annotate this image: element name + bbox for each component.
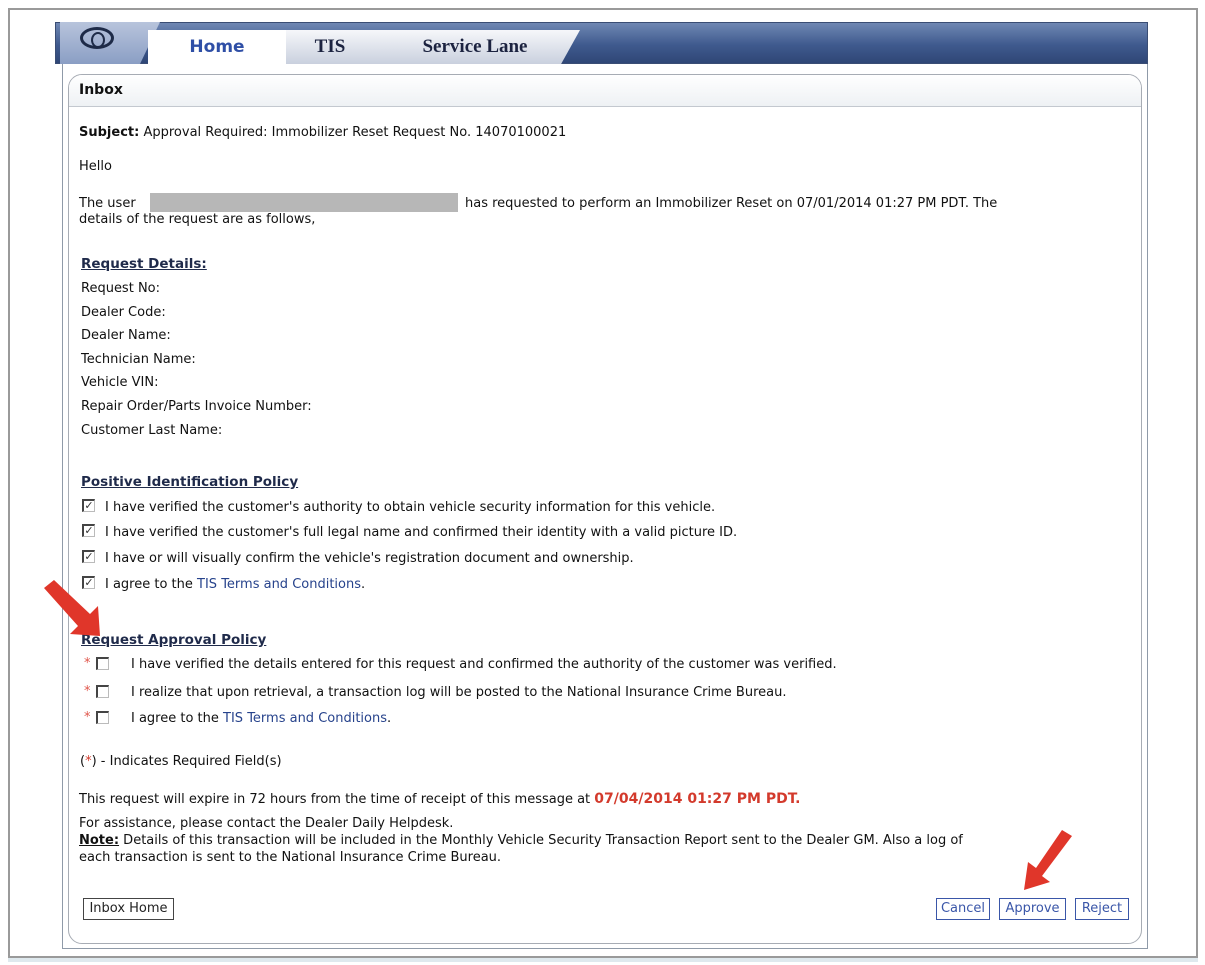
note-line-1: Note: Details of this transaction will b…	[79, 832, 963, 849]
field-request-no: Request No:	[81, 281, 160, 296]
tab-label: Home	[189, 37, 245, 57]
agree-suffix: .	[387, 711, 392, 726]
positive-id-item-3: I have or will visually confirm the vehi…	[105, 551, 634, 566]
field-repair-order: Repair Order/Parts Invoice Number:	[81, 399, 312, 414]
cancel-button[interactable]: Cancel	[936, 898, 990, 920]
approval-policy-title: Request Approval Policy	[81, 632, 267, 648]
field-dealer-code: Dealer Code:	[81, 305, 166, 320]
inbox-home-button[interactable]: Inbox Home	[83, 898, 174, 920]
expiry-text: This request will expire in 72 hours fro…	[79, 792, 595, 807]
agree-prefix: I agree to the	[105, 577, 198, 592]
positive-id-policy-title: Positive Identification Policy	[81, 474, 299, 490]
body-text-user: The user	[79, 196, 136, 211]
reject-button[interactable]: Reject	[1075, 898, 1129, 920]
tab-home[interactable]: Home	[148, 30, 286, 64]
positive-id-checkbox-2[interactable]: ✓	[82, 524, 95, 537]
approval-item-2: I realize that upon retrieval, a transac…	[131, 685, 787, 700]
redacted-username	[150, 193, 458, 212]
expiry-datetime: 07/04/2014 01:27 PM PDT.	[594, 791, 801, 807]
tab-service-lane[interactable]: Service Lane	[370, 30, 580, 64]
tis-terms-link[interactable]: TIS Terms and Conditions	[223, 711, 387, 726]
subject-value: Approval Required: Immobilizer Reset Req…	[143, 125, 567, 140]
tab-label: TIS	[314, 36, 346, 57]
inbox-header	[69, 75, 1141, 107]
greeting: Hello	[79, 159, 112, 174]
assistance-text: For assistance, please contact the Deale…	[79, 816, 454, 831]
approval-checkbox-3[interactable]	[96, 711, 109, 724]
positive-id-item-4: I agree to the TIS Terms and Conditions.	[105, 576, 365, 593]
required-mark: *	[84, 710, 91, 725]
tis-terms-link[interactable]: TIS Terms and Conditions	[197, 577, 361, 592]
approval-item-1: I have verified the details entered for …	[131, 657, 837, 672]
subject-line: Subject: Approval Required: Immobilizer …	[79, 124, 566, 141]
annotation-arrow-icon	[1024, 830, 1072, 890]
bottom-border	[8, 958, 1198, 962]
note-line-2: each transaction is sent to the National…	[79, 850, 502, 865]
field-dealer-name: Dealer Name:	[81, 328, 171, 343]
note-text-1: Details of this transaction will be incl…	[119, 833, 963, 848]
approval-checkbox-2[interactable]	[96, 685, 109, 698]
required-mark: *	[84, 656, 91, 671]
agree-suffix: .	[361, 577, 366, 592]
note-label: Note:	[79, 833, 120, 848]
agree-prefix: I agree to the	[131, 711, 224, 726]
tab-label: Service Lane	[422, 36, 528, 57]
approve-button[interactable]: Approve	[999, 898, 1066, 920]
request-details-title: Request Details:	[81, 256, 207, 272]
field-customer-last-name: Customer Last Name:	[81, 423, 223, 438]
positive-id-item-2: I have verified the customer's full lega…	[105, 525, 738, 540]
expiry-line: This request will expire in 72 hours fro…	[79, 791, 800, 808]
annotation-arrow-icon	[44, 580, 100, 636]
body-text-request: has requested to perform an Immobilizer …	[465, 196, 998, 211]
required-mark: *	[84, 684, 91, 699]
note-suffix: ) - Indicates Required Field(s)	[91, 754, 282, 769]
field-vehicle-vin: Vehicle VIN:	[81, 375, 159, 390]
required-field-note: (*) - Indicates Required Field(s)	[80, 753, 282, 770]
approval-checkbox-1[interactable]	[96, 657, 109, 670]
approval-item-3: I agree to the TIS Terms and Conditions.	[131, 710, 391, 727]
subject-label: Subject:	[79, 125, 140, 140]
body-text-details: details of the request are as follows,	[79, 212, 316, 227]
positive-id-checkbox-3[interactable]: ✓	[82, 550, 95, 563]
positive-id-checkbox-1[interactable]: ✓	[82, 499, 95, 512]
inbox-title: Inbox	[79, 82, 123, 98]
toyota-logo-icon	[80, 27, 114, 49]
positive-id-item-1: I have verified the customer's authority…	[105, 500, 716, 515]
field-technician-name: Technician Name:	[81, 352, 196, 367]
